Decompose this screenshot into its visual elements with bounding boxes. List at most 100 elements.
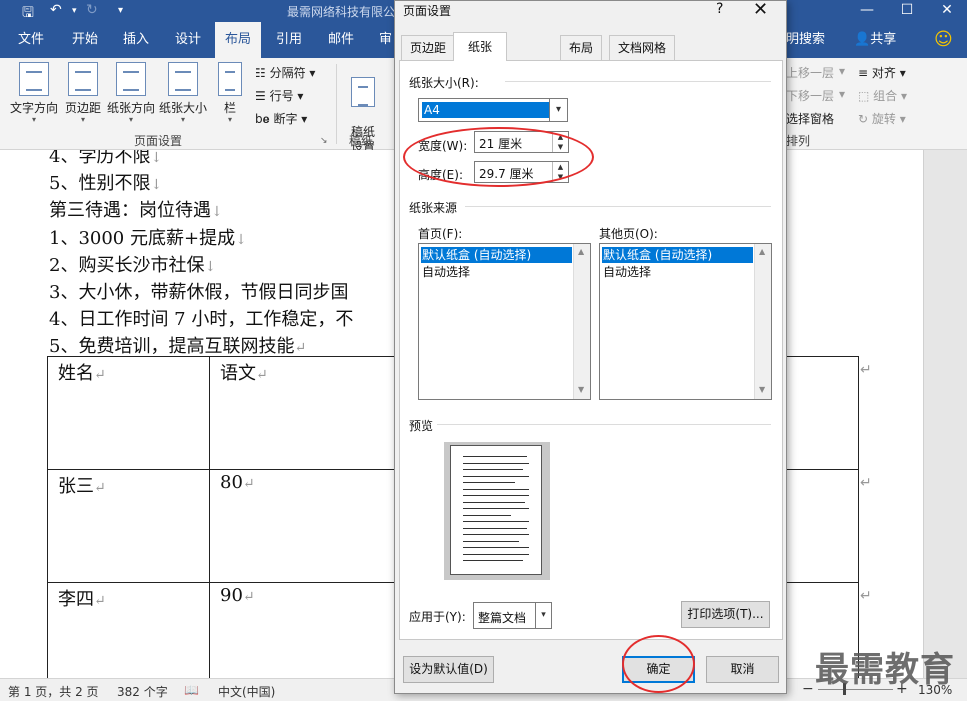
preview-text-line [463,527,527,529]
smiley-feedback-icon[interactable]: ☺ [934,22,953,58]
zoom-out-icon[interactable]: − [802,681,814,697]
send-backward-button[interactable]: 下移一层 [786,87,834,104]
maximize-button[interactable]: ☐ [887,0,927,22]
dialog-title: 页面设置 [403,4,452,18]
tab-design[interactable]: 设计 [165,22,211,58]
window-controls: — ☐ ✕ [847,0,967,22]
list-item[interactable]: 自动选择 [602,264,651,280]
vertical-scrollbar[interactable] [923,150,967,678]
preview-text-line [463,462,529,464]
chevron-down-icon: ▾ [180,115,185,124]
preview-text-line [463,488,529,490]
redo-icon[interactable]: ↻ [86,2,98,18]
chevron-down-icon[interactable]: ▾ [549,99,567,121]
align-button[interactable]: ≡ 对齐 ▾ [858,64,906,81]
page-setup-dialog: 页面设置 ? ✕ 页边距 布局 文档网格 纸张 纸张大小(R): A4 ▾ 宽度… [394,0,787,694]
user-icon: 👤 [854,32,871,47]
group-label-draft: 稿纸 [349,134,374,148]
size-button[interactable]: 纸张大小 ▾ [157,62,209,124]
apply-to-select[interactable]: 整篇文档 ▾ [473,602,552,629]
text-direction-button[interactable]: 文字方向 ▾ [8,62,60,124]
tab-mailings[interactable]: 邮件 [318,22,364,58]
undo-icon[interactable]: ↶ [50,2,62,18]
cancel-button[interactable]: 取消 [706,656,779,683]
tell-me-search[interactable]: 明搜索 [786,22,825,58]
annotation-ellipse [622,635,695,693]
help-button[interactable]: ? [716,1,723,17]
chevron-down-icon: ▾ [128,115,133,124]
annotation-ellipse [403,127,594,187]
doc-line: 4、学历不限↓ [49,150,163,167]
row-end-mark: ↵ [860,362,872,378]
chevron-down-icon: ▾ [839,87,846,101]
page-count[interactable]: 第 1 页，共 2 页 [8,683,99,700]
breaks-button[interactable]: ☷ 分隔符 ▾ [255,64,315,81]
preview-text-line [463,501,525,503]
group-label-page-setup: 页面设置 [134,134,183,148]
list-item[interactable]: 自动选择 [421,264,470,280]
tab-layout[interactable]: 布局 [215,22,262,58]
language-indicator[interactable]: 中文(中国) [218,683,275,700]
page-setup-launcher-icon[interactable]: ↘ [320,136,328,146]
word-count[interactable]: 382 个字 [117,683,168,700]
group-label-arrange: 排列 [786,134,811,148]
undo-dropdown-icon[interactable]: ▾ [72,6,77,16]
close-button[interactable]: ✕ [927,0,967,22]
tab-layout[interactable]: 布局 [560,35,603,60]
tab-paper[interactable]: 纸张 [453,32,508,61]
preview-text-line [463,540,519,542]
set-as-default-button[interactable]: 设为默认值(D) [403,656,494,683]
preview-text-line [463,495,529,496]
table-cell[interactable]: 李四↵ [47,582,210,678]
tab-doc-grid[interactable]: 文档网格 [609,35,676,60]
tab-margins[interactable]: 页边距 [401,35,456,60]
first-page-tray-list[interactable]: 默认纸盒 (自动选择) 自动选择 ▲ ▼ [418,243,591,400]
line-numbers-button[interactable]: ☰ 行号 ▾ [255,87,303,104]
tab-file[interactable]: 文件 [8,22,54,58]
watermark-logo: 最需教育 [815,650,955,690]
tab-insert[interactable]: 插入 [113,22,159,58]
section-divider [465,206,771,207]
scroll-up-icon[interactable]: ▲ [578,247,584,256]
preview-page-thumbnail [450,445,542,575]
table-cell[interactable]: 姓名↵ [47,356,210,470]
section-divider [505,81,771,82]
selection-pane-button[interactable]: 选择窗格 [786,110,834,127]
orientation-button[interactable]: 纸张方向 ▾ [105,62,157,124]
size-icon [168,62,198,96]
other-pages-tray-list[interactable]: 默认纸盒 (自动选择) 自动选择 ▲ ▼ [599,243,772,400]
tab-references[interactable]: 引用 [266,22,312,58]
preview-label: 预览 [409,419,434,433]
list-scrollbar[interactable]: ▲ ▼ [573,244,590,399]
columns-button[interactable]: 栏 ▾ [215,62,245,124]
list-item[interactable]: 默认纸盒 (自动选择) [421,247,572,263]
dialog-close-button[interactable]: ✕ [753,0,768,20]
bring-forward-button[interactable]: 上移一层 [786,64,834,81]
hyphenation-button[interactable]: b𝐞 断字 ▾ [255,110,307,127]
group-button[interactable]: ⬚ 组合 ▾ [858,87,907,104]
scroll-up-icon[interactable]: ▲ [759,247,765,256]
minimize-button[interactable]: — [847,0,887,22]
list-item[interactable]: 默认纸盒 (自动选择) [602,247,753,263]
doc-line: 1、3000 元底薪+提成↓ [49,228,247,249]
scroll-down-icon[interactable]: ▼ [578,385,584,394]
preview-text-line [463,469,523,470]
list-scrollbar[interactable]: ▲ ▼ [754,244,771,399]
rotate-button[interactable]: ↻ 旋转 ▾ [858,110,906,127]
share-button[interactable]: 👤共享 [854,22,896,58]
scroll-down-icon[interactable]: ▼ [759,385,765,394]
proofing-icon[interactable]: 📖 [184,683,199,697]
chevron-down-icon[interactable]: ▾ [535,603,551,628]
margins-button[interactable]: 页边距 ▾ [62,62,104,124]
print-options-button[interactable]: 打印选项(T)... [681,601,770,628]
other-pages-label: 其他页(O): [599,227,658,241]
tab-home[interactable]: 开始 [62,22,108,58]
paper-size-select[interactable]: A4 ▾ [418,98,568,122]
table-cell[interactable]: 张三↵ [47,469,210,583]
preview-text-line [463,560,523,561]
margins-icon [68,62,98,96]
orientation-icon [116,62,146,96]
customize-quick-access-icon[interactable]: ▾ [118,5,123,16]
paper-source-label: 纸张来源 [409,201,458,215]
doc-line: 2、购买长沙市社保↓ [49,255,217,276]
